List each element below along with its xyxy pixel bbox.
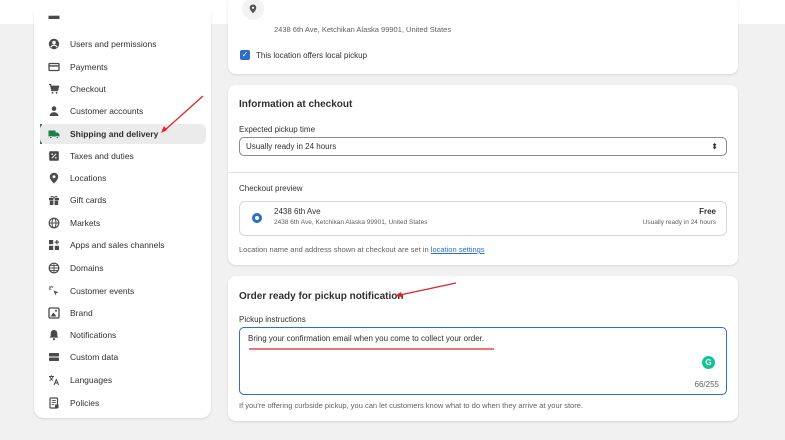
brand-icon: [48, 307, 60, 319]
sidebar-item-brand[interactable]: Brand: [40, 303, 206, 323]
footer-text: Location name and address shown at check…: [239, 245, 431, 254]
sidebar-item-shipping[interactable]: Shipping and delivery: [40, 124, 206, 144]
user-circle-icon: [48, 38, 60, 50]
sidebar-item-label: Languages: [70, 375, 113, 385]
credit-card-icon: [48, 61, 60, 73]
sidebar-item-custom-data[interactable]: Custom data: [40, 347, 206, 367]
sidebar-item-gift-cards[interactable]: Gift cards: [40, 190, 206, 210]
sidebar-item-taxes[interactable]: Taxes and duties: [40, 146, 206, 166]
sidebar-item-users[interactable]: Users and permissions: [40, 34, 206, 54]
sidebar-item-label: Apps and sales channels: [70, 240, 165, 250]
sidebar-item-label: Customer accounts: [70, 106, 144, 116]
sidebar-item-markets[interactable]: Markets: [40, 213, 206, 233]
sidebar-item-notifications[interactable]: Notifications: [40, 325, 206, 345]
pickup-notification-card: Order ready for pickup notification Pick…: [228, 276, 738, 421]
sidebar-item-policies[interactable]: Policies: [40, 393, 206, 413]
sidebar-item-label: Markets: [70, 218, 101, 228]
document-icon: [48, 397, 60, 409]
cart-icon: [48, 83, 60, 95]
apps-icon: [48, 239, 60, 251]
sidebar-item-domains[interactable]: Domains: [40, 258, 206, 278]
sidebar-item-partial[interactable]: ▬: [40, 12, 206, 26]
globe-icon: [48, 217, 60, 229]
divider: [228, 172, 738, 173]
settings-sidebar: ▬ Users and permissions Payments Checkou…: [34, 12, 211, 418]
bell-icon: [48, 329, 60, 341]
sidebar-item-label: Domains: [70, 263, 104, 273]
sidebar-item-customer-events[interactable]: Customer events: [40, 281, 206, 301]
section-title: Information at checkout: [239, 99, 353, 110]
pickup-time-value: Usually ready in 24 hours: [246, 142, 337, 151]
sidebar-item-label: Payments: [70, 62, 108, 72]
grammarly-icon[interactable]: G: [702, 356, 715, 369]
sidebar-item-checkout[interactable]: Checkout: [40, 79, 206, 99]
sidebar-item-apps[interactable]: Apps and sales channels: [40, 235, 206, 255]
pickup-instructions-label: Pickup instructions: [239, 315, 306, 324]
pickup-help-text: If you're offering curbside pickup, you …: [239, 401, 583, 410]
sidebar-item-locations[interactable]: Locations: [40, 168, 206, 188]
pickup-time-label: Expected pickup time: [239, 125, 316, 134]
preview-ready-time: Usually ready in 24 hours: [642, 219, 716, 226]
section-title: Order ready for pickup notification: [239, 291, 404, 302]
checkout-footer-text: Location name and address shown at check…: [239, 245, 485, 254]
local-pickup-label: This location offers local pickup: [256, 51, 368, 60]
sidebar-item-label: Policies: [70, 398, 100, 408]
preview-location-name: 2438 6th Ave: [274, 207, 321, 216]
sidebar-item-label: Shipping and delivery: [70, 129, 159, 139]
store-icon: ▬: [48, 12, 60, 22]
pickup-instructions-textarea[interactable]: Bring your confirmation email when you c…: [239, 327, 727, 395]
location-settings-link[interactable]: location settings: [431, 245, 485, 254]
select-chevron-icon: ⬍: [711, 142, 718, 151]
checkout-preview-box: 2438 6th Ave 2438 6th Ave, Ketchikan Ala…: [239, 201, 727, 236]
truck-icon: [48, 128, 60, 140]
pickup-instructions-value: Bring your confirmation email when you c…: [248, 334, 485, 343]
checkout-preview-label: Checkout preview: [239, 184, 303, 193]
sidebar-item-payments[interactable]: Payments: [40, 57, 206, 77]
translate-icon: [48, 374, 60, 386]
sparkle-cursor-icon: [48, 285, 60, 297]
preview-price: Free: [699, 207, 716, 216]
sidebar-item-label: Customer events: [70, 286, 135, 296]
tax-icon: [48, 150, 60, 162]
sidebar-item-label: Brand: [70, 308, 93, 318]
location-card: 2438 6th Ave, Ketchikan Alaska 99901, Un…: [228, 0, 738, 74]
checkout-info-card: Information at checkout Expected pickup …: [228, 85, 738, 265]
pickup-time-select[interactable]: Usually ready in 24 hours ⬍: [239, 137, 727, 156]
sidebar-item-customer-accounts[interactable]: Customer accounts: [40, 101, 206, 121]
sidebar-item-languages[interactable]: Languages: [40, 370, 206, 390]
sidebar-item-label: Notifications: [70, 330, 117, 340]
sidebar-item-label: Checkout: [70, 84, 106, 94]
preview-location-address: 2438 6th Ave, Ketchikan Alaska 99901, Un…: [274, 219, 428, 226]
location-icon: [242, 0, 264, 20]
location-pin-icon: [48, 172, 60, 184]
location-address: 2438 6th Ave, Ketchikan Alaska 99901, Un…: [274, 25, 452, 34]
database-icon: [48, 351, 60, 363]
local-pickup-checkbox[interactable]: ✓: [240, 50, 250, 60]
sidebar-item-label: Gift cards: [70, 195, 107, 205]
character-count: 66/255: [694, 380, 719, 389]
person-icon: [48, 105, 60, 117]
sidebar-item-label: Users and permissions: [70, 39, 157, 49]
sidebar-item-label: Custom data: [70, 352, 119, 362]
radio-selected-icon: [252, 213, 262, 223]
domain-globe-icon: [48, 262, 60, 274]
sidebar-item-label: Taxes and duties: [70, 151, 134, 161]
gift-icon: [48, 194, 60, 206]
sidebar-item-label: Locations: [70, 173, 107, 183]
